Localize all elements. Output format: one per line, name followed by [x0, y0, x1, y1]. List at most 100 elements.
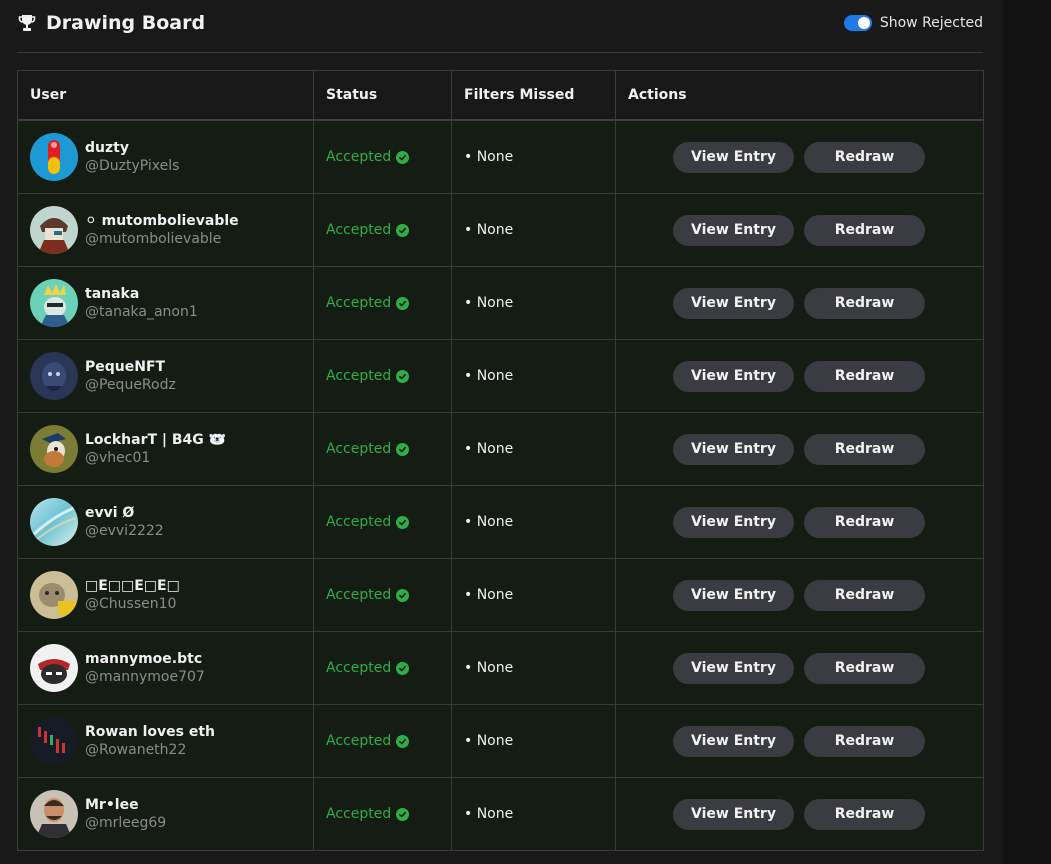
- show-rejected-label: Show Rejected: [879, 15, 983, 31]
- row-actions: View Entry Redraw: [628, 652, 983, 684]
- user-handle: @PequeRodz: [85, 377, 176, 393]
- view-entry-button[interactable]: View Entry: [673, 798, 794, 830]
- user-cell: LockharT | B4G 🐻‍❄️ @vhec01: [17, 412, 314, 486]
- filters-missed-text: • None: [464, 806, 514, 822]
- user-cell: Mr•lee @mrleeg69: [17, 777, 314, 851]
- status-text: Accepted: [326, 660, 392, 676]
- trophy-icon: [17, 13, 37, 33]
- filters-missed-cell: • None: [451, 339, 616, 413]
- status-cell: Accepted: [313, 704, 452, 778]
- view-entry-button[interactable]: View Entry: [673, 141, 794, 173]
- actions-cell: View Entry Redraw: [615, 631, 984, 705]
- user-handle: @vhec01: [85, 450, 151, 466]
- filters-missed-text: • None: [464, 149, 514, 165]
- status-text: Accepted: [326, 368, 392, 384]
- status-cell: Accepted: [313, 193, 452, 267]
- status-cell: Accepted: [313, 266, 452, 340]
- user-info: PequeNFT @PequeRodz: [30, 352, 313, 400]
- status-cell: Accepted: [313, 119, 452, 194]
- redraw-button[interactable]: Redraw: [804, 579, 925, 611]
- avatar: [30, 790, 78, 838]
- redraw-button[interactable]: Redraw: [804, 725, 925, 757]
- table-row: LockharT | B4G 🐻‍❄️ @vhec01 Accepted • None…: [17, 412, 984, 486]
- view-entry-button[interactable]: View Entry: [673, 287, 794, 319]
- view-entry-button[interactable]: View Entry: [673, 360, 794, 392]
- actions-cell: View Entry Redraw: [615, 193, 984, 267]
- view-entry-button[interactable]: View Entry: [673, 506, 794, 538]
- status-cell: Accepted: [313, 631, 452, 705]
- user-text: PequeNFT @PequeRodz: [85, 358, 176, 394]
- table-row: PequeNFT @PequeRodz Accepted • None View Ent…: [17, 339, 984, 413]
- status-badge: Accepted: [326, 514, 451, 530]
- check-circle-icon: [396, 515, 410, 529]
- redraw-button[interactable]: Redraw: [804, 433, 925, 465]
- redraw-button[interactable]: Redraw: [804, 798, 925, 830]
- user-name: PequeNFT: [85, 359, 166, 375]
- user-cell: duzty @DuztyPixels: [17, 119, 314, 194]
- row-actions: View Entry Redraw: [628, 579, 983, 611]
- user-text: ⚪ mutombolievable @mutombolievable: [85, 212, 239, 248]
- filters-missed-text: • None: [464, 222, 514, 238]
- actions-cell: View Entry Redraw: [615, 412, 984, 486]
- redraw-button[interactable]: Redraw: [804, 287, 925, 319]
- avatar: [30, 206, 78, 254]
- avatar: [30, 279, 78, 327]
- table-row: Rowan loves eth @Rowaneth22 Accepted • None…: [17, 704, 984, 778]
- show-rejected-toggle[interactable]: [843, 15, 872, 31]
- table-row: □E□□E□E□ @Chussen10 Accepted • None View Ent…: [17, 558, 984, 632]
- avatar: [30, 498, 78, 546]
- user-name: mannymoe.btc: [85, 651, 203, 667]
- status-badge: Accepted: [326, 441, 451, 457]
- table-row: mannymoe.btc @mannymoe707 Accepted • None Vi…: [17, 631, 984, 705]
- table-row: ⚪ mutombolievable @mutombolievable Accepte…: [17, 193, 984, 267]
- actions-cell: View Entry Redraw: [615, 558, 984, 632]
- user-cell: evvi Ø @evvi2222: [17, 485, 314, 559]
- user-cell: Rowan loves eth @Rowaneth22: [17, 704, 314, 778]
- redraw-button[interactable]: Redraw: [804, 360, 925, 392]
- table-row: duzty @DuztyPixels Accepted • None View Entr…: [17, 119, 984, 194]
- table-header-row: User Status Filters Missed Actions: [17, 70, 984, 121]
- view-entry-button[interactable]: View Entry: [673, 433, 794, 465]
- filters-missed-cell: • None: [451, 777, 616, 851]
- avatar: [30, 644, 78, 692]
- user-name: evvi Ø: [85, 505, 135, 521]
- row-actions: View Entry Redraw: [628, 287, 983, 319]
- column-header-actions: Actions: [615, 70, 984, 121]
- view-entry-button[interactable]: View Entry: [673, 725, 794, 757]
- redraw-button[interactable]: Redraw: [804, 506, 925, 538]
- actions-cell: View Entry Redraw: [615, 777, 984, 851]
- table-row: evvi Ø @evvi2222 Accepted • None View Entry R…: [17, 485, 984, 559]
- redraw-button[interactable]: Redraw: [804, 652, 925, 684]
- filters-missed-cell: • None: [451, 119, 616, 194]
- user-info: Rowan loves eth @Rowaneth22: [30, 717, 313, 765]
- redraw-button[interactable]: Redraw: [804, 214, 925, 246]
- user-handle: @mrleeg69: [85, 815, 167, 831]
- actions-cell: View Entry Redraw: [615, 119, 984, 194]
- status-cell: Accepted: [313, 412, 452, 486]
- user-text: Mr•lee @mrleeg69: [85, 796, 166, 832]
- status-text: Accepted: [326, 222, 392, 238]
- user-text: □E□□E□E□ @Chussen10: [85, 577, 180, 613]
- user-handle: @mutombolievable: [85, 231, 222, 247]
- actions-cell: View Entry Redraw: [615, 704, 984, 778]
- status-cell: Accepted: [313, 777, 452, 851]
- user-name: ⚪ mutombolievable: [85, 213, 239, 229]
- user-info: □E□□E□E□ @Chussen10: [30, 571, 313, 619]
- filters-missed-text: • None: [464, 587, 514, 603]
- row-actions: View Entry Redraw: [628, 360, 983, 392]
- actions-cell: View Entry Redraw: [615, 485, 984, 559]
- status-badge: Accepted: [326, 660, 451, 676]
- user-handle: @DuztyPixels: [85, 158, 180, 174]
- view-entry-button[interactable]: View Entry: [673, 652, 794, 684]
- filters-missed-cell: • None: [451, 412, 616, 486]
- user-handle: @Rowaneth22: [85, 742, 187, 758]
- redraw-button[interactable]: Redraw: [804, 141, 925, 173]
- status-text: Accepted: [326, 587, 392, 603]
- status-cell: Accepted: [313, 339, 452, 413]
- user-handle: @Chussen10: [85, 596, 177, 612]
- user-info: ⚪ mutombolievable @mutombolievable: [30, 206, 313, 254]
- view-entry-button[interactable]: View Entry: [673, 214, 794, 246]
- filters-missed-text: • None: [464, 660, 514, 676]
- filters-missed-text: • None: [464, 295, 514, 311]
- view-entry-button[interactable]: View Entry: [673, 579, 794, 611]
